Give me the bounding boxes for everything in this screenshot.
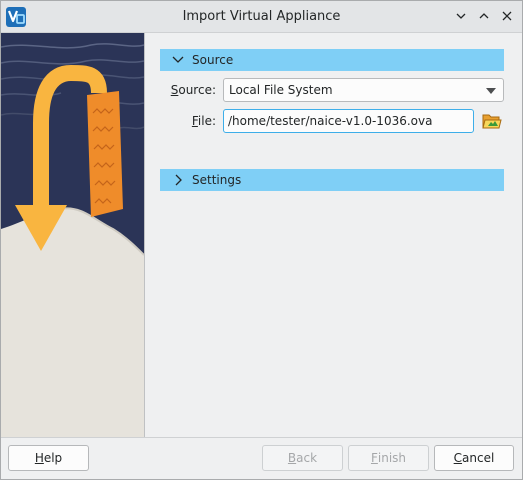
maximize-button[interactable]: [475, 7, 493, 25]
back-button[interactable]: Back: [262, 445, 343, 471]
cancel-button[interactable]: Cancel: [434, 445, 514, 471]
chevron-down-icon: [456, 13, 466, 19]
finish-button[interactable]: Finish: [348, 445, 429, 471]
chevron-up-icon: [479, 13, 489, 19]
close-icon: [502, 11, 512, 21]
source-combobox[interactable]: Local File System: [223, 78, 504, 102]
settings-section-title: Settings: [192, 173, 242, 187]
chevron-right-icon: [175, 174, 182, 186]
wizard-side-illustration: [1, 33, 145, 437]
source-combobox-value: Local File System: [229, 83, 333, 97]
button-bar-separator: [1, 437, 522, 438]
import-appliance-dialog: Import Virtual Appliance Source Source: …: [0, 0, 523, 480]
title-bar[interactable]: Import Virtual Appliance: [1, 1, 522, 33]
dropdown-arrow-icon: [486, 88, 496, 94]
source-label: Source:: [170, 83, 216, 97]
choose-file-button[interactable]: [482, 112, 502, 130]
source-section-header[interactable]: Source: [160, 49, 504, 71]
settings-section-header[interactable]: Settings: [160, 169, 504, 191]
window-title: Import Virtual Appliance: [182, 9, 341, 24]
file-label: File:: [191, 114, 216, 128]
help-button[interactable]: Help: [8, 445, 89, 471]
file-path-input[interactable]: [223, 109, 474, 133]
chevron-down-icon: [172, 56, 184, 63]
minimize-button[interactable]: [452, 7, 470, 25]
close-button[interactable]: [498, 7, 516, 25]
folder-open-icon: [482, 114, 502, 129]
source-section-title: Source: [192, 53, 234, 67]
